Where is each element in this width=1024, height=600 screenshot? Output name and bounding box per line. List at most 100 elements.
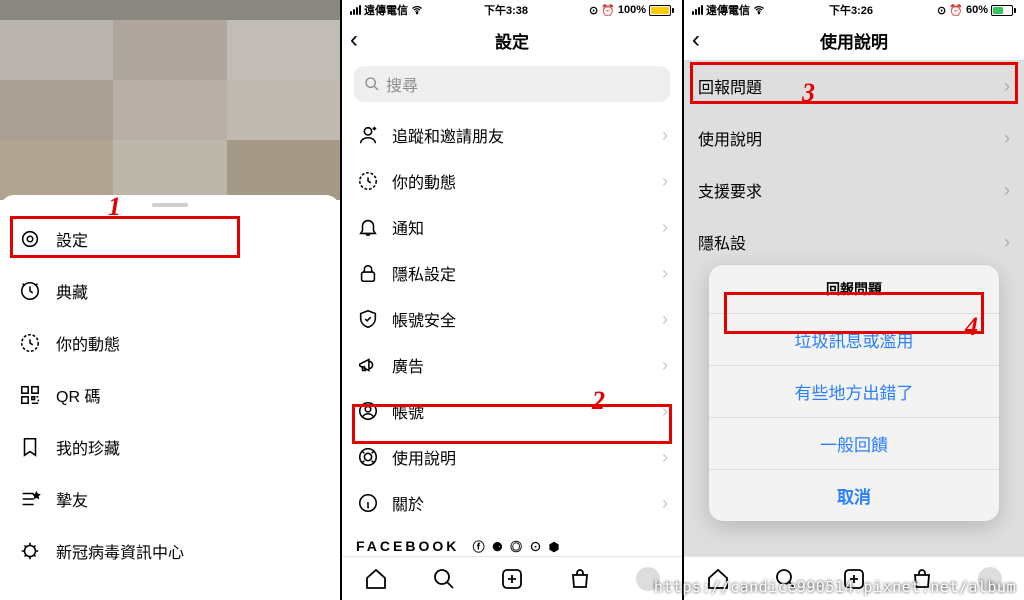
menu-label: 新冠病毒資訊中心 bbox=[56, 539, 184, 563]
pane-help: 遠傳電信 下午3:26 ⊙ ⏰ 60% ‹ 使用說明 回報問題› 使用說明› 支… bbox=[684, 0, 1024, 600]
alarm-icon: ⏰ bbox=[601, 4, 615, 17]
activity-icon bbox=[356, 169, 380, 193]
clock-label: 下午3:26 bbox=[829, 2, 873, 18]
row-label: 隱私設定 bbox=[392, 261, 456, 285]
row-privacy[interactable]: 隱私設定 › bbox=[342, 250, 682, 296]
carrier-label: 遠傳電信 bbox=[706, 2, 750, 18]
settings-list: 追蹤和邀請朋友› 你的動態› 通知› 隱私設定› 帳號安全› 廣告› 帳號› 使… bbox=[342, 112, 682, 556]
row-label: 廣告 bbox=[392, 353, 424, 377]
row-label: 追蹤和邀請朋友 bbox=[392, 123, 504, 147]
search-tab-icon[interactable] bbox=[432, 567, 456, 591]
chevron-right-icon: › bbox=[662, 263, 668, 284]
page-title: 設定 bbox=[495, 28, 529, 53]
chevron-right-icon: › bbox=[662, 493, 668, 514]
back-button[interactable]: ‹ bbox=[692, 28, 700, 52]
shop-tab-icon[interactable] bbox=[568, 567, 592, 591]
menu-settings[interactable]: 設定 bbox=[0, 213, 340, 265]
profile-grid-blur bbox=[0, 20, 340, 200]
covid-icon bbox=[18, 539, 42, 563]
wifi-icon bbox=[753, 4, 765, 16]
tab-bar bbox=[342, 556, 682, 600]
row-label: 帳號 bbox=[392, 399, 424, 423]
row-notifications[interactable]: 通知› bbox=[342, 204, 682, 250]
menu-label: 典藏 bbox=[56, 279, 88, 303]
sheet-cancel[interactable]: 取消 bbox=[709, 469, 999, 521]
page-title: 使用說明 bbox=[820, 28, 888, 53]
sheet-title: 回報問題 bbox=[709, 265, 999, 313]
back-button[interactable]: ‹ bbox=[350, 28, 358, 52]
person-icon bbox=[356, 399, 380, 423]
menu-activity[interactable]: 你的動態 bbox=[0, 317, 340, 369]
home-tab-icon[interactable] bbox=[364, 567, 388, 591]
row-ads[interactable]: 廣告 › bbox=[342, 342, 682, 388]
bell-icon bbox=[356, 215, 380, 239]
signal-icon bbox=[692, 5, 703, 15]
row-account[interactable]: 帳號 › bbox=[342, 388, 682, 434]
watermark: https://candice990514.pixnet.net/album bbox=[654, 578, 1016, 596]
search-icon bbox=[364, 76, 380, 92]
bookmark-icon bbox=[18, 435, 42, 459]
menu-label: QR 碼 bbox=[56, 383, 100, 407]
clock-label: 下午3:38 bbox=[484, 2, 528, 18]
gear-icon bbox=[18, 227, 42, 251]
status-bar: 遠傳電信 下午3:38 ⊙ ⏰ 100% bbox=[342, 0, 682, 20]
battery-icon bbox=[991, 5, 1016, 16]
chevron-right-icon: › bbox=[662, 125, 668, 146]
facebook-section: FACEBOOK ⓕ ⚈ ◎ ⊙ ⬢ bbox=[342, 526, 682, 556]
ind-icon: ⊙ bbox=[589, 4, 598, 17]
menu-archive[interactable]: 典藏 bbox=[0, 265, 340, 317]
sheet-option-spam[interactable]: 垃圾訊息或濫用 bbox=[709, 313, 999, 365]
chevron-right-icon: › bbox=[662, 355, 668, 376]
menu-qr[interactable]: QR 碼 bbox=[0, 369, 340, 421]
row-activity[interactable]: 你的動態› bbox=[342, 158, 682, 204]
battery-icon bbox=[649, 5, 674, 16]
sheet-grabber[interactable] bbox=[152, 203, 188, 207]
status-bar: 遠傳電信 下午3:26 ⊙ ⏰ 60% bbox=[684, 0, 1024, 20]
battery-pct: 60% bbox=[966, 4, 988, 16]
row-about[interactable]: 關於› bbox=[342, 480, 682, 526]
battery-pct: 100% bbox=[618, 4, 646, 16]
pane-settings: 遠傳電信 下午3:38 ⊙ ⏰ 100% ‹ 設定 搜尋 追蹤和邀請朋友 › 你的… bbox=[342, 0, 682, 600]
add-person-icon bbox=[356, 123, 380, 147]
row-label: 通知 bbox=[392, 215, 424, 239]
add-tab-icon[interactable] bbox=[500, 567, 524, 591]
menu-label: 摯友 bbox=[56, 487, 88, 511]
megaphone-icon bbox=[356, 353, 380, 377]
callout-number-1: 1 bbox=[108, 192, 121, 222]
search-placeholder: 搜尋 bbox=[386, 72, 418, 96]
row-label: 帳號安全 bbox=[392, 307, 456, 331]
header: ‹ 設定 bbox=[342, 20, 682, 60]
chevron-right-icon: › bbox=[662, 401, 668, 422]
menu-close-friends[interactable]: 摯友 bbox=[0, 473, 340, 525]
activity-icon bbox=[18, 331, 42, 355]
pane-profile-menu: 遠傳電信 下午3:38 ⊙ ⏰ 100% 設定 bbox=[0, 0, 340, 600]
row-security[interactable]: 帳號安全 › bbox=[342, 296, 682, 342]
row-follow-invite[interactable]: 追蹤和邀請朋友 › bbox=[342, 112, 682, 158]
sheet-option-something-wrong[interactable]: 有些地方出錯了 bbox=[709, 365, 999, 417]
lifebuoy-icon bbox=[356, 445, 380, 469]
alarm-icon: ⏰ bbox=[949, 4, 963, 17]
menu-covid[interactable]: 新冠病毒資訊中心 bbox=[0, 525, 340, 577]
row-help[interactable]: 使用說明 › bbox=[342, 434, 682, 480]
row-label: 使用說明 bbox=[392, 445, 456, 469]
qr-icon bbox=[18, 383, 42, 407]
search-input[interactable]: 搜尋 bbox=[354, 66, 670, 102]
header: ‹ 使用說明 bbox=[684, 20, 1024, 60]
ind-icon: ⊙ bbox=[937, 4, 946, 17]
callout-number-2: 2 bbox=[592, 386, 605, 416]
sheet-option-feedback[interactable]: 一般回饋 bbox=[709, 417, 999, 469]
signal-icon bbox=[350, 5, 361, 15]
menu-label: 設定 bbox=[56, 227, 88, 251]
chevron-right-icon: › bbox=[662, 309, 668, 330]
lock-icon bbox=[356, 261, 380, 285]
action-sheet: 回報問題 垃圾訊息或濫用 有些地方出錯了 一般回饋 取消 bbox=[709, 265, 999, 521]
wifi-icon bbox=[411, 4, 423, 16]
chevron-right-icon: › bbox=[662, 447, 668, 468]
close-friends-icon bbox=[18, 487, 42, 511]
carrier-label: 遠傳電信 bbox=[364, 2, 408, 18]
menu-saved[interactable]: 我的珍藏 bbox=[0, 421, 340, 473]
menu-label: 你的動態 bbox=[56, 331, 120, 355]
chevron-right-icon: › bbox=[662, 171, 668, 192]
shield-icon bbox=[356, 307, 380, 331]
bottom-sheet: 設定 典藏 你的動態 QR 碼 我的珍藏 摯友 bbox=[0, 195, 340, 600]
